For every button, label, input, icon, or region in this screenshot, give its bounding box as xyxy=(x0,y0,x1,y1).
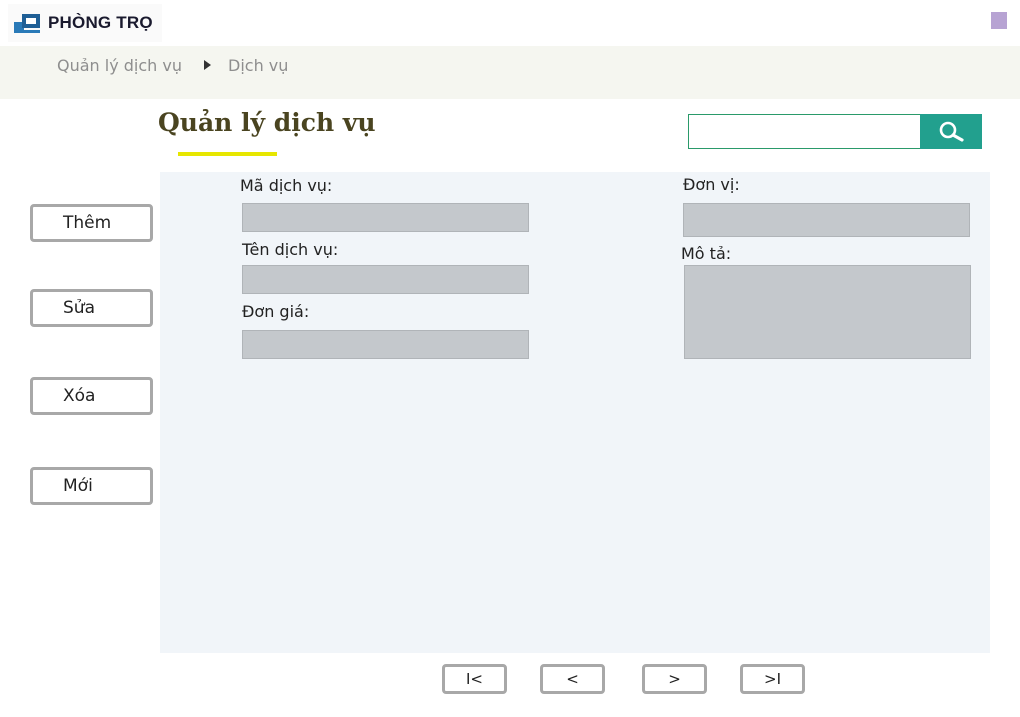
app-logo[interactable]: PHÒNG TRỌ xyxy=(8,4,162,42)
previous-page-button[interactable]: < xyxy=(540,664,605,694)
logo-text: PHÒNG TRỌ xyxy=(48,13,153,32)
breadcrumb-item-quan-ly-dich-vu[interactable]: Quản lý dịch vụ xyxy=(57,56,182,75)
next-page-button[interactable]: > xyxy=(642,664,707,694)
service-code-field[interactable] xyxy=(242,203,529,232)
logo-icon xyxy=(14,12,42,34)
unit-label: Đơn vị: xyxy=(683,175,740,194)
breadcrumb: Quản lý dịch vụ Dịch vụ xyxy=(0,46,1020,99)
search-button[interactable] xyxy=(920,114,982,149)
page-title: Quản lý dịch vụ xyxy=(158,108,376,137)
first-page-button[interactable]: I< xyxy=(442,664,507,694)
service-name-field[interactable] xyxy=(242,265,529,294)
service-form: Mã dịch vụ: Tên dịch vụ: Đơn giá: Đơn vị… xyxy=(160,172,990,653)
unit-price-label: Đơn giá: xyxy=(242,302,310,321)
last-page-button[interactable]: >I xyxy=(740,664,805,694)
unit-field[interactable] xyxy=(683,203,970,237)
add-button[interactable]: Thêm xyxy=(30,204,153,242)
search-input[interactable] xyxy=(688,114,922,149)
breadcrumb-separator-icon xyxy=(204,60,211,70)
delete-button[interactable]: Xóa xyxy=(30,377,153,415)
edit-button[interactable]: Sửa xyxy=(30,289,153,327)
top-bar: PHÒNG TRỌ xyxy=(0,0,1020,46)
description-label: Mô tả: xyxy=(681,244,732,263)
service-name-label: Tên dịch vụ: xyxy=(242,240,339,259)
breadcrumb-item-dich-vu: Dịch vụ xyxy=(228,56,289,75)
new-button[interactable]: Mới xyxy=(30,467,153,505)
service-code-label: Mã dịch vụ: xyxy=(240,176,333,195)
search-icon xyxy=(939,121,964,142)
user-menu-icon[interactable] xyxy=(991,12,1007,29)
unit-price-field[interactable] xyxy=(242,330,529,359)
title-underline xyxy=(178,152,277,156)
description-field[interactable] xyxy=(684,265,971,359)
